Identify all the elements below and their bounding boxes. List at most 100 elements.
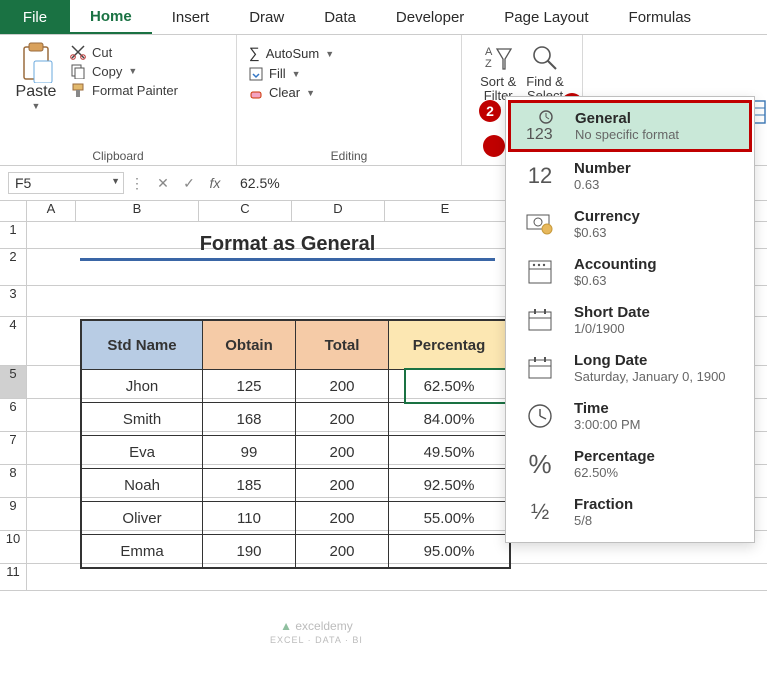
data-table: Std Name Obtain Total Percentag Jhon1252…: [80, 319, 511, 569]
tab-developer[interactable]: Developer: [376, 0, 484, 34]
autosum-button[interactable]: ∑ AutoSum ▼: [249, 45, 334, 62]
fill-button[interactable]: Fill ▼: [249, 66, 334, 81]
svg-text:123: 123: [526, 126, 553, 143]
group-clipboard: Paste ▼ Cut Copy ▼ Format Pain: [0, 35, 237, 165]
general-icon: 123: [521, 109, 561, 143]
chevron-down-icon: ▼: [128, 66, 137, 76]
chevron-down-icon: ▼: [292, 69, 301, 79]
table-row[interactable]: Eva9920049.50%: [81, 436, 510, 469]
tab-formulas[interactable]: Formulas: [609, 0, 712, 34]
row-7[interactable]: 7: [0, 432, 27, 464]
format-number[interactable]: 12 Number0.63: [506, 152, 754, 200]
number-format-dropdown: 123 GeneralNo specific format 12 Number0…: [505, 96, 755, 543]
confirm-icon[interactable]: ✓: [176, 175, 202, 192]
row-11[interactable]: 11: [0, 564, 27, 590]
format-long-date[interactable]: Long DateSaturday, January 0, 1900: [506, 344, 754, 392]
number-icon: 12: [520, 163, 560, 189]
header-total: Total: [296, 320, 389, 370]
paste-label: Paste: [16, 83, 57, 101]
clear-button[interactable]: Clear ▼: [249, 85, 334, 100]
tab-draw[interactable]: Draw: [229, 0, 304, 34]
format-painter-label: Format Painter: [92, 83, 178, 98]
header-obtain: Obtain: [203, 320, 296, 370]
header-name: Std Name: [81, 320, 203, 370]
autosum-label: AutoSum: [266, 46, 319, 61]
tab-page-layout[interactable]: Page Layout: [484, 0, 608, 34]
row-10[interactable]: 10: [0, 531, 27, 563]
sigma-icon: ∑: [249, 45, 260, 62]
format-short-date[interactable]: Short Date1/0/1900: [506, 296, 754, 344]
copy-icon: [70, 63, 86, 79]
watermark: ▲ exceldemy EXCEL · DATA · BI: [270, 620, 363, 646]
formula-value[interactable]: 62.5%: [228, 175, 280, 191]
svg-text:A: A: [485, 46, 493, 58]
tab-data[interactable]: Data: [304, 0, 376, 34]
format-general[interactable]: 123 GeneralNo specific format: [508, 100, 752, 152]
row-9[interactable]: 9: [0, 498, 27, 530]
calendar-icon: [520, 306, 560, 334]
row-2[interactable]: 2: [0, 249, 27, 285]
funnel-icon: AZ: [483, 43, 513, 73]
chevron-down-icon: ▼: [32, 101, 41, 111]
format-percentage[interactable]: % Percentage62.50%: [506, 440, 754, 488]
tab-insert[interactable]: Insert: [152, 0, 230, 34]
format-time[interactable]: Time3:00:00 PM: [506, 392, 754, 440]
row-8[interactable]: 8: [0, 465, 27, 497]
callout-2: 2: [479, 100, 501, 122]
fx-icon[interactable]: fx: [202, 175, 228, 191]
cancel-icon[interactable]: ✕: [150, 175, 176, 192]
fill-label: Fill: [269, 66, 286, 81]
row-3[interactable]: 3: [0, 286, 27, 316]
chevron-down-icon: ▼: [111, 176, 120, 186]
eraser-icon: [249, 86, 263, 100]
cut-button[interactable]: Cut: [70, 44, 178, 60]
cut-label: Cut: [92, 45, 112, 60]
clear-label: Clear: [269, 85, 300, 100]
fraction-icon: ½: [520, 499, 560, 525]
table-row[interactable]: Oliver11020055.00%: [81, 502, 510, 535]
col-E[interactable]: E: [385, 201, 506, 221]
row-4[interactable]: 4: [0, 317, 27, 365]
table-row[interactable]: Emma19020095.00%: [81, 535, 510, 569]
fb-dots-icon[interactable]: ⋮: [124, 175, 150, 192]
sheet-title: Format as General: [80, 233, 495, 261]
table-row[interactable]: Noah18520092.50%: [81, 469, 510, 502]
format-currency[interactable]: Currency$0.63: [506, 200, 754, 248]
file-tab[interactable]: File: [0, 0, 70, 34]
chevron-down-icon: ▼: [306, 88, 315, 98]
fill-icon: [249, 67, 263, 81]
row-1[interactable]: 1: [0, 222, 27, 248]
scissors-icon: [70, 44, 86, 60]
col-C[interactable]: C: [199, 201, 292, 221]
col-B[interactable]: B: [76, 201, 199, 221]
row-5[interactable]: 5: [0, 366, 27, 398]
accounting-icon: [520, 258, 560, 286]
name-box-value: F5: [15, 175, 31, 191]
row-6[interactable]: 6: [0, 399, 27, 431]
col-D[interactable]: D: [292, 201, 385, 221]
clipboard-group-label: Clipboard: [12, 147, 224, 163]
clock-icon: [520, 402, 560, 430]
paste-icon: [18, 41, 54, 83]
header-pct: Percentag: [389, 320, 511, 370]
copy-button[interactable]: Copy ▼: [70, 63, 178, 79]
group-editing: ∑ AutoSum ▼ Fill ▼ Clear ▼: [237, 35, 462, 165]
format-fraction[interactable]: ½ Fraction5/8: [506, 488, 754, 536]
brush-icon: [70, 82, 86, 98]
name-box[interactable]: F5 ▼: [8, 172, 124, 194]
format-painter-button[interactable]: Format Painter: [70, 82, 178, 98]
menubar: File Home Insert Draw Data Developer Pag…: [0, 0, 767, 35]
paste-button[interactable]: Paste ▼: [12, 41, 60, 111]
format-accounting[interactable]: Accounting$0.63: [506, 248, 754, 296]
calendar-icon: [520, 354, 560, 382]
chevron-down-icon: ▼: [325, 49, 334, 59]
currency-icon: [520, 211, 560, 237]
tab-home[interactable]: Home: [70, 0, 152, 34]
editing-group-label: Editing: [249, 147, 449, 163]
table-row[interactable]: Smith16820084.00%: [81, 403, 510, 436]
magnifier-icon: [531, 44, 559, 72]
copy-label: Copy: [92, 64, 122, 79]
col-A[interactable]: A: [27, 201, 76, 221]
table-row[interactable]: Jhon12520062.50%: [81, 370, 510, 403]
percent-icon: %: [520, 449, 560, 480]
